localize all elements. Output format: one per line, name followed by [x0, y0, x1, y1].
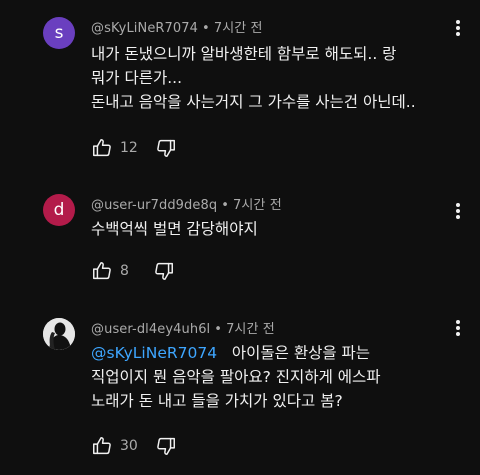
comment-header: @user-ur7dd9de8q • 7시간 전 — [91, 194, 282, 213]
avatar[interactable]: d — [43, 194, 75, 226]
thumbs-down-icon — [157, 437, 175, 455]
like-button[interactable] — [90, 259, 114, 283]
comment-menu-button[interactable] — [448, 316, 468, 340]
dislike-button[interactable] — [152, 259, 176, 283]
more-vert-icon — [456, 203, 460, 219]
comment-line: @sKyLiNeR7074 아이돌은 환상을 파는 — [91, 341, 451, 365]
comment-thread-item: s @sKyLiNeR7074 • 7시간 전 내가 돈냈으니까 알바생한테 함부로… — [0, 0, 480, 170]
comment-thread-item: d @user-ur7dd9de8q • 7시간 전 수백억씩 벌면 감당해야지 8 — [0, 170, 480, 300]
like-count: 30 — [120, 438, 138, 454]
comment-actions: 30 — [90, 434, 178, 458]
comment-line: 노래가 돈 내고 들을 가치가 있다고 봄? — [91, 392, 343, 410]
comment-line: 돈내고 음악을 사는거지 그 가수를 사는건 아닌데.. — [91, 93, 416, 111]
comment-author[interactable]: @sKyLiNeR7074 — [91, 21, 198, 36]
comment-thread-item: @user-dl4ey4uh6l • 7시간 전 @sKyLiNeR7074 아이돌… — [0, 300, 480, 475]
comment-line: 내가 돈냈으니까 알바생한테 함부로 해도되.. 랑 — [91, 45, 397, 63]
thumbs-down-icon — [157, 139, 175, 157]
comment-menu-button[interactable] — [448, 199, 468, 223]
separator-dot: • — [214, 322, 223, 337]
comment-text: 내가 돈냈으니까 알바생한테 함부로 해도되.. 랑 뭐가 다른가... 돈내고… — [91, 42, 451, 114]
comment-time[interactable]: 7시간 전 — [214, 21, 263, 36]
comment-header: @user-dl4ey4uh6l • 7시간 전 — [91, 318, 275, 337]
separator-dot: • — [202, 21, 210, 36]
more-vert-icon — [456, 320, 460, 336]
comment-author[interactable]: @user-ur7dd9de8q — [91, 198, 217, 213]
thumbs-down-icon — [155, 262, 173, 280]
like-count: 8 — [120, 263, 129, 279]
comment-line: 뭐가 다른가... — [91, 69, 183, 87]
comment-actions: 8 — [90, 259, 176, 283]
like-button[interactable] — [90, 434, 114, 458]
dislike-button[interactable] — [154, 136, 178, 160]
avatar-letter: s — [54, 23, 64, 43]
thumbs-up-icon — [93, 437, 111, 455]
like-count: 12 — [120, 140, 138, 156]
comment-menu-button[interactable] — [448, 16, 468, 40]
comment-author[interactable]: @user-dl4ey4uh6l — [91, 322, 210, 337]
comment-line: 직업이지 뭔 음악을 팔아요? 진지하게 에스파 — [91, 368, 381, 386]
separator-dot: • — [221, 198, 229, 213]
comment-line-rest: 아이돌은 환상을 파는 — [231, 344, 371, 362]
thumbs-up-icon — [93, 262, 111, 280]
comment-text: 수백억씩 벌면 감당해야지 — [91, 217, 451, 241]
comment-time[interactable]: 7시간 전 — [226, 322, 275, 337]
thumbs-up-icon — [93, 139, 111, 157]
silhouette-photo-avatar — [43, 318, 75, 350]
comment-actions: 12 — [90, 136, 178, 160]
comment-time[interactable]: 7시간 전 — [233, 198, 282, 213]
mention-link[interactable]: @sKyLiNeR7074 — [91, 344, 217, 362]
avatar-letter: d — [53, 200, 65, 220]
comment-header: @sKyLiNeR7074 • 7시간 전 — [91, 17, 263, 36]
avatar[interactable] — [43, 318, 75, 350]
comment-text: @sKyLiNeR7074 아이돌은 환상을 파는 직업이지 뭔 음악을 팔아요… — [91, 341, 451, 413]
comment-line: 수백억씩 벌면 감당해야지 — [91, 220, 258, 238]
dislike-button[interactable] — [154, 434, 178, 458]
like-button[interactable] — [90, 136, 114, 160]
more-vert-icon — [456, 20, 460, 36]
avatar[interactable]: s — [43, 17, 75, 49]
